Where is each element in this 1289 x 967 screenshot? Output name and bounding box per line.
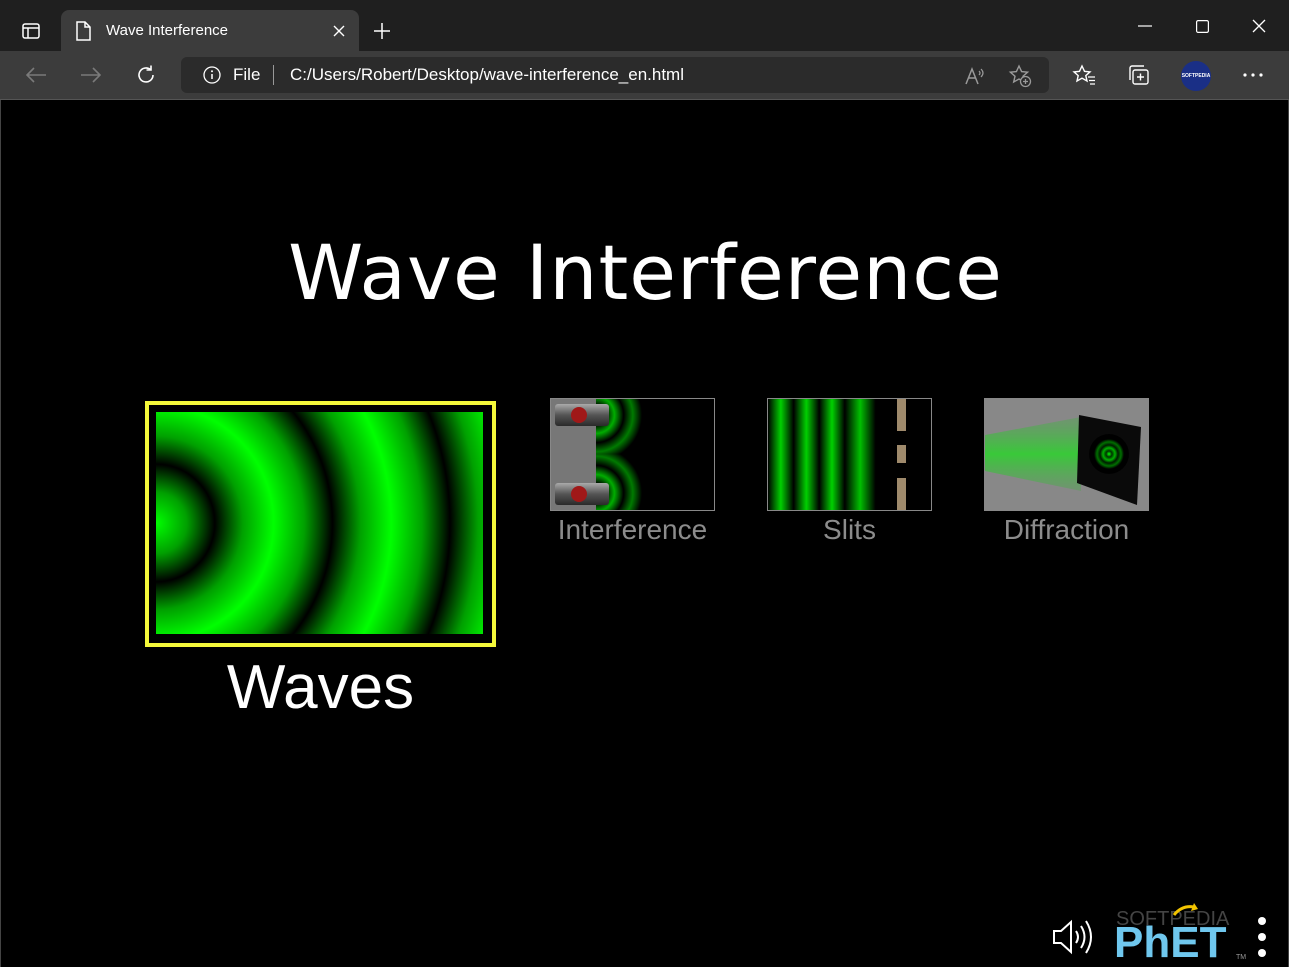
address-scheme: File (233, 65, 261, 84)
screen-diffraction-label: Diffraction (1003, 514, 1130, 545)
screen-waves-label: Waves (226, 653, 415, 722)
screen-diffraction-button[interactable] (984, 398, 1149, 511)
screen-slits-label: Slits (823, 514, 876, 545)
page-icon (75, 21, 93, 41)
tab-actions-icon[interactable] (14, 16, 48, 46)
waves-thumbnail (156, 412, 483, 634)
phet-logo-text: PhET (1114, 918, 1227, 961)
address-url[interactable]: C:/Users/Robert/Desktop/wave-interferenc… (290, 65, 684, 85)
window-close-icon[interactable] (1244, 12, 1274, 40)
address-bar[interactable]: File C:/Users/Robert/Desktop/wave-interf… (181, 57, 1049, 93)
browser-tab[interactable]: Wave Interference (61, 10, 359, 51)
browser-toolbar: File C:/Users/Robert/Desktop/wave-interf… (0, 51, 1289, 100)
sim-title: Wave Interference (288, 228, 1003, 317)
svg-text:TM: TM (1236, 954, 1246, 961)
minimize-icon[interactable] (1130, 12, 1160, 40)
address-separator (273, 65, 274, 85)
refresh-icon[interactable] (131, 61, 161, 89)
screen-interference-button[interactable] (550, 398, 715, 511)
interference-thumbnail (551, 399, 714, 510)
read-aloud-icon[interactable] (963, 64, 987, 88)
info-icon[interactable] (203, 66, 221, 84)
screen-interference-label: Interference (557, 514, 708, 545)
profile-avatar[interactable]: SOFTPEDIA (1181, 61, 1211, 91)
more-icon[interactable] (1239, 62, 1267, 88)
screen-slits-button[interactable] (767, 398, 932, 511)
phet-logo[interactable]: SOFTPEDIA PhET TM (1112, 903, 1246, 967)
maximize-icon[interactable] (1187, 12, 1217, 40)
slits-thumbnail (768, 399, 931, 510)
back-icon[interactable] (21, 61, 51, 89)
sim-viewport: Wave Interference Waves Interference Sli… (0, 100, 1289, 967)
add-favorite-icon[interactable] (1008, 64, 1032, 88)
tab-title: Wave Interference (106, 22, 228, 39)
sound-icon[interactable] (1051, 919, 1095, 955)
phet-menu-icon[interactable] (1253, 916, 1271, 958)
title-bar: Wave Interference (0, 0, 1289, 51)
diffraction-thumbnail (985, 399, 1148, 510)
screen-waves-button[interactable] (145, 401, 496, 647)
close-icon[interactable] (329, 21, 349, 41)
forward-icon[interactable] (76, 61, 106, 89)
favorites-icon[interactable] (1070, 62, 1098, 88)
plus-icon[interactable] (368, 17, 396, 45)
collections-icon[interactable] (1125, 62, 1153, 88)
